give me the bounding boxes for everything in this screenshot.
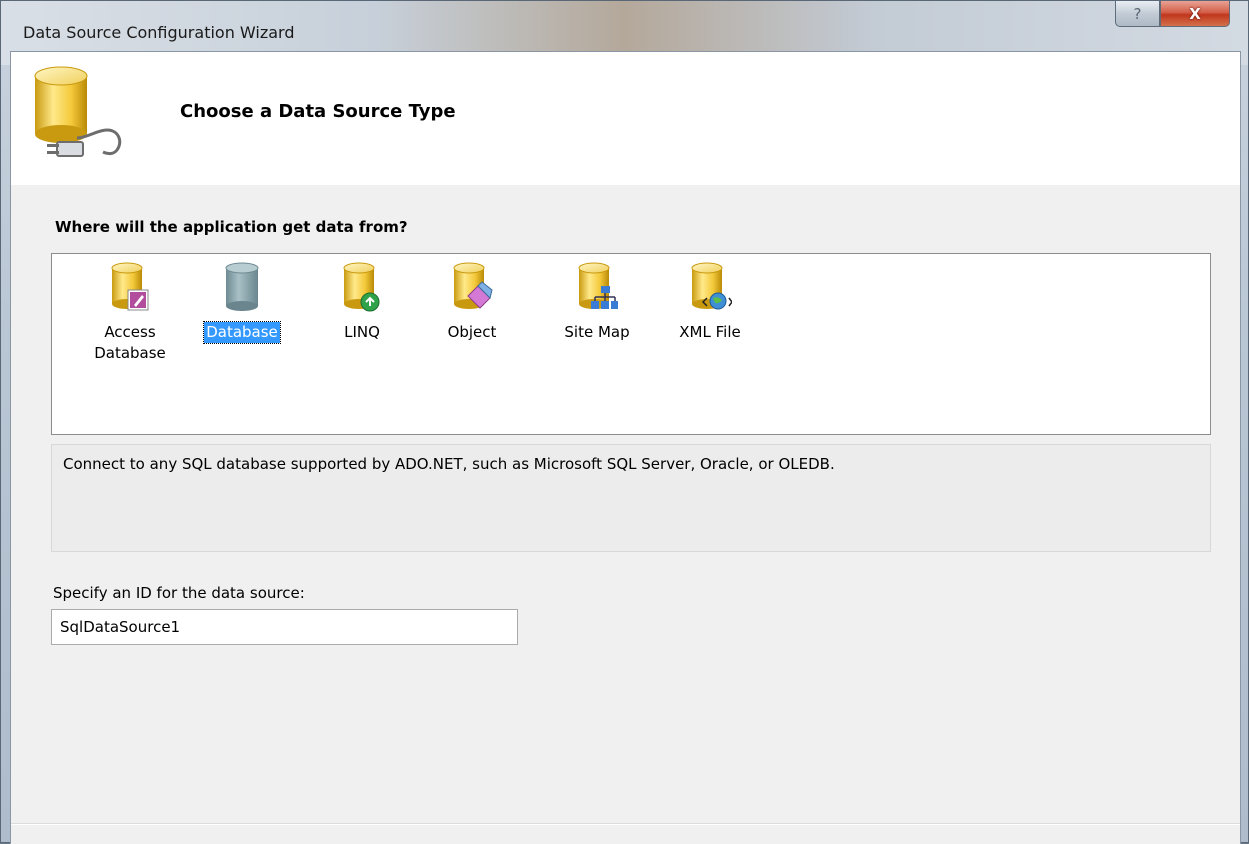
window-title: Data Source Configuration Wizard xyxy=(23,23,295,42)
wizard-header: Choose a Data Source Type xyxy=(11,52,1240,185)
source-item-label: Database xyxy=(203,321,281,344)
linq-icon xyxy=(343,262,380,312)
source-item-label: Site Map xyxy=(564,323,630,341)
footer-divider-highlight xyxy=(11,824,1240,825)
source-description-text: Connect to any SQL database supported by… xyxy=(63,455,835,473)
source-item-linq[interactable]: LINQ xyxy=(312,260,412,380)
close-icon: X xyxy=(1189,4,1201,23)
source-item-xml-file[interactable]: XML File xyxy=(660,260,760,380)
source-item-access-database[interactable]: Access Database xyxy=(80,260,180,380)
source-item-label: XML File xyxy=(679,323,741,341)
object-icon xyxy=(453,262,493,309)
access-database-icon xyxy=(111,262,149,311)
source-item-site-map[interactable]: Site Map xyxy=(547,260,647,380)
close-button[interactable]: X xyxy=(1160,1,1230,27)
source-description-panel: Connect to any SQL database supported by… xyxy=(51,444,1211,552)
wizard-window: Data Source Configuration Wizard ? X Cho… xyxy=(0,0,1249,844)
source-item-label: Object xyxy=(447,323,497,341)
source-item-label: Access Database xyxy=(94,323,166,362)
source-question-label: Where will the application get data from… xyxy=(55,218,408,236)
source-item-label: LINQ xyxy=(344,323,380,341)
help-button[interactable]: ? xyxy=(1115,1,1160,27)
source-item-database[interactable]: Database xyxy=(192,260,292,380)
xml-file-icon xyxy=(691,262,732,310)
help-icon: ? xyxy=(1133,4,1142,23)
database-icon xyxy=(225,262,259,311)
page-title: Choose a Data Source Type xyxy=(180,101,456,122)
source-item-object[interactable]: Object xyxy=(422,260,522,380)
database-plug-icon xyxy=(34,66,122,157)
data-source-id-label: Specify an ID for the data source: xyxy=(53,584,305,602)
wizard-client-area: Choose a Data Source Type Where will the… xyxy=(10,51,1241,844)
site-map-icon xyxy=(578,262,618,309)
data-source-type-list[interactable]: Access Database Database LINQ Object Sit… xyxy=(51,253,1211,435)
data-source-id-input[interactable] xyxy=(51,609,518,645)
